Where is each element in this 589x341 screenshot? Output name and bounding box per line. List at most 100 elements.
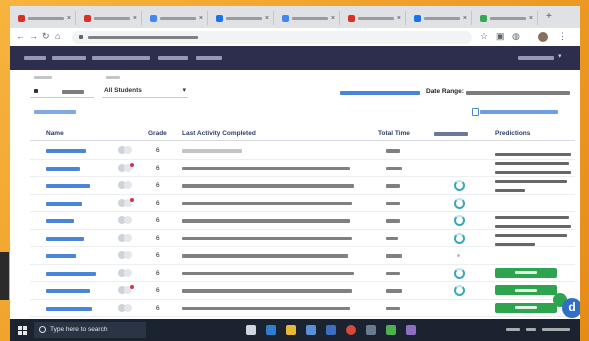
browser-tab[interactable]: ×: [476, 11, 538, 25]
illegible-student-name[interactable]: [46, 306, 92, 311]
table-row[interactable]: 6: [30, 160, 575, 177]
browser-tab[interactable]: ×: [344, 11, 406, 25]
close-icon[interactable]: ×: [529, 15, 533, 22]
back-arrow-icon[interactable]: ←: [16, 31, 25, 42]
column-header-last-activity[interactable]: Last Activity Completed: [182, 130, 256, 137]
progress-ring-icon: [454, 215, 465, 226]
app-icon[interactable]: [406, 325, 416, 335]
illegible-filter-label: [34, 76, 52, 79]
illegible-class-link[interactable]: [340, 91, 420, 95]
illegible-column-header[interactable]: [434, 132, 468, 136]
close-icon[interactable]: ×: [463, 15, 467, 22]
illegible-nav-item[interactable]: [158, 56, 188, 60]
bookmark-star-icon[interactable]: ☆: [480, 31, 488, 42]
prediction-button[interactable]: [495, 267, 557, 278]
illegible-report-link[interactable]: [480, 110, 558, 114]
table-row[interactable]: 6: [30, 282, 575, 300]
browser-tab[interactable]: ×: [410, 11, 472, 25]
browser-tab[interactable]: ×: [80, 11, 142, 25]
alert-badge: [130, 162, 134, 167]
table-row[interactable]: 6: [30, 142, 575, 160]
chevron-down-icon[interactable]: ▾: [558, 52, 562, 60]
column-header-predictions[interactable]: Predictions: [495, 130, 530, 137]
illegible-button-label: [515, 306, 537, 309]
table-row[interactable]: 6: [30, 177, 575, 195]
column-header-name[interactable]: Name: [46, 130, 64, 137]
app-icon[interactable]: [386, 325, 396, 335]
avatar: [124, 146, 132, 154]
illegible-tab-title: [292, 16, 328, 20]
avatar: [124, 268, 132, 277]
taskbar-search-box[interactable]: Type here to search: [34, 322, 146, 338]
close-icon[interactable]: ×: [397, 15, 401, 22]
illegible-nav-item[interactable]: [52, 56, 86, 60]
illegible-student-name[interactable]: [46, 184, 90, 188]
illegible-activity: [182, 201, 352, 205]
illegible-activity: [182, 306, 350, 310]
close-icon[interactable]: ×: [331, 15, 335, 22]
browser-tab[interactable]: ×: [212, 11, 274, 25]
illegible-nav-item[interactable]: [92, 56, 150, 60]
table-row[interactable]: 6: [30, 230, 575, 247]
illegible-student-name[interactable]: [46, 289, 90, 293]
print-icon[interactable]: [472, 108, 479, 116]
reload-icon[interactable]: ↻: [42, 31, 50, 42]
prediction-button[interactable]: [495, 302, 557, 313]
table-row[interactable]: 6: [30, 212, 575, 230]
illegible-sub-link[interactable]: [34, 110, 76, 114]
illegible-text: [495, 234, 567, 237]
close-icon[interactable]: ×: [199, 15, 203, 22]
illegible-student-name[interactable]: [46, 219, 74, 223]
extension-icon[interactable]: ◍: [512, 31, 520, 42]
table-row[interactable]: 6: [30, 195, 575, 212]
close-icon[interactable]: ×: [265, 15, 269, 22]
grade-cell: 6: [156, 182, 160, 189]
close-icon[interactable]: ×: [133, 15, 137, 22]
edge-icon[interactable]: [266, 325, 276, 335]
table-row[interactable]: 6: [30, 300, 575, 317]
mail-icon[interactable]: [326, 325, 336, 335]
illegible-date-range[interactable]: [466, 91, 570, 95]
alert-badge: [130, 285, 134, 289]
illegible-student-name[interactable]: [46, 166, 80, 171]
home-icon[interactable]: ⌂: [55, 31, 60, 42]
new-tab-button[interactable]: +: [546, 11, 552, 23]
chat-widget-logo[interactable]: d: [562, 298, 580, 318]
extension-icon[interactable]: ▣: [496, 31, 505, 42]
illegible-clock[interactable]: [542, 328, 570, 331]
app-icon[interactable]: [366, 325, 376, 335]
tray-icons[interactable]: [526, 328, 536, 331]
illegible-nav-item[interactable]: [24, 56, 46, 60]
students-dropdown[interactable]: All Students ▾: [102, 85, 188, 98]
table-row[interactable]: 6: [30, 265, 575, 282]
tray-icons[interactable]: [506, 328, 520, 331]
address-bar[interactable]: [72, 30, 472, 44]
chrome-icon[interactable]: [346, 325, 356, 335]
sort-dropdown[interactable]: [30, 85, 94, 98]
avatar: [124, 181, 132, 189]
store-icon[interactable]: [306, 325, 316, 335]
illegible-student-name[interactable]: [46, 149, 86, 153]
illegible-activity: [182, 289, 352, 293]
menu-dots-icon[interactable]: ⋮: [558, 31, 567, 42]
prediction-button[interactable]: [495, 285, 557, 295]
illegible-student-name[interactable]: [46, 271, 96, 276]
table-row[interactable]: 6: [30, 247, 575, 265]
windows-start-icon[interactable]: [18, 326, 27, 335]
column-header-grade[interactable]: Grade: [148, 130, 167, 137]
illegible-account-menu[interactable]: [518, 56, 554, 60]
status-dot: [457, 254, 460, 257]
illegible-student-name[interactable]: [46, 236, 84, 241]
illegible-student-name[interactable]: [46, 201, 82, 206]
profile-avatar[interactable]: [538, 32, 548, 42]
column-header-total-time[interactable]: Total Time: [378, 130, 410, 137]
browser-tab[interactable]: ×: [14, 11, 76, 25]
close-icon[interactable]: ×: [67, 15, 71, 22]
task-view-icon[interactable]: [246, 325, 256, 335]
browser-tab[interactable]: ×: [146, 11, 208, 25]
file-explorer-icon[interactable]: [286, 325, 296, 335]
forward-arrow-icon[interactable]: →: [29, 31, 38, 42]
browser-tab[interactable]: ×: [278, 11, 340, 25]
illegible-nav-item[interactable]: [196, 56, 222, 60]
illegible-student-name[interactable]: [46, 254, 76, 258]
